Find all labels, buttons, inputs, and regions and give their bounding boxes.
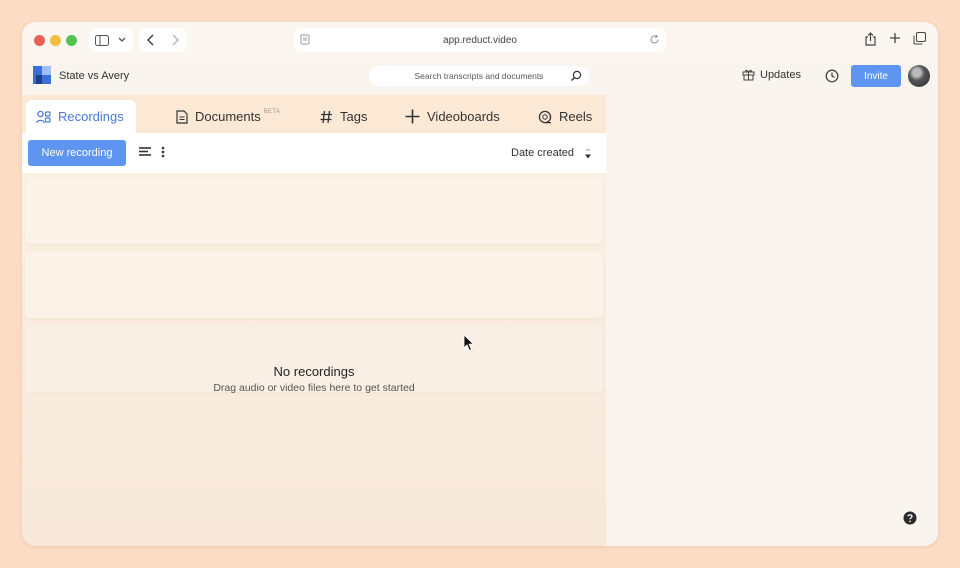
- search-input[interactable]: Search transcripts and documents: [369, 66, 589, 86]
- placeholder-row: [25, 252, 603, 318]
- people-icon: [36, 110, 51, 123]
- invite-button[interactable]: Invite: [851, 65, 901, 87]
- new-recording-button[interactable]: New recording: [28, 140, 126, 166]
- reduct-logo-icon[interactable]: [33, 66, 51, 84]
- hash-icon: [320, 110, 332, 123]
- plus-icon: [405, 109, 420, 124]
- tab-label: Tags: [340, 109, 368, 124]
- help-icon[interactable]: [903, 511, 917, 525]
- tab-bar: Recordings Documents BETA Tags Videoboar…: [22, 95, 606, 133]
- reload-icon[interactable]: [649, 34, 660, 45]
- sort-dropdown[interactable]: Date created: [511, 147, 574, 159]
- sidebar-icon: [95, 34, 109, 46]
- updates-button[interactable]: Updates: [742, 68, 801, 81]
- detail-panel: [606, 95, 938, 546]
- empty-state-title: No recordings: [273, 364, 355, 379]
- sort-lines-icon[interactable]: [138, 146, 152, 157]
- browser-actions: [864, 32, 926, 46]
- tab-label: Videoboards: [427, 109, 500, 124]
- browser-window: app.reduct.video State vs Avery Search t…: [22, 22, 938, 546]
- sidebar-toggle-button[interactable]: [89, 28, 133, 52]
- beta-badge: BETA: [263, 108, 281, 115]
- app-header: State vs Avery Search transcripts and do…: [22, 58, 938, 94]
- tab-label: Recordings: [58, 109, 124, 124]
- url-text: app.reduct.video: [443, 34, 517, 46]
- mouse-pointer-icon: [463, 334, 475, 352]
- more-options-icon[interactable]: [161, 146, 165, 158]
- share-icon[interactable]: [864, 32, 877, 46]
- page-icon: [300, 34, 310, 45]
- avatar[interactable]: [908, 65, 930, 87]
- recordings-list[interactable]: No recordings Drag audio or video files …: [22, 173, 606, 546]
- reel-icon: [538, 110, 552, 123]
- recordings-toolbar: New recording Date created: [22, 133, 606, 173]
- search-icon: [571, 70, 582, 81]
- updates-label: Updates: [760, 68, 801, 81]
- clock-icon[interactable]: [825, 69, 839, 83]
- search-placeholder: Search transcripts and documents: [414, 71, 544, 81]
- tab-documents[interactable]: Documents BETA: [176, 100, 280, 133]
- browser-toolbar: app.reduct.video: [22, 22, 938, 58]
- minimize-window-button[interactable]: [50, 35, 61, 46]
- address-bar[interactable]: app.reduct.video: [294, 28, 666, 52]
- tab-recordings[interactable]: Recordings: [26, 100, 136, 133]
- sort-direction-icon[interactable]: [583, 146, 593, 160]
- empty-state-subtitle: Drag audio or video files here to get st…: [213, 382, 415, 394]
- chevron-down-icon: [118, 37, 126, 42]
- tab-reels[interactable]: Reels: [538, 100, 592, 133]
- tab-label: Documents: [195, 109, 261, 124]
- tab-tags[interactable]: Tags: [320, 100, 367, 133]
- project-title[interactable]: State vs Avery: [59, 70, 129, 82]
- placeholder-row: [25, 178, 603, 244]
- maximize-window-button[interactable]: [66, 35, 77, 46]
- tab-videoboards[interactable]: Videoboards: [405, 100, 500, 133]
- tab-label: Reels: [559, 109, 593, 124]
- navigation-arrows: [139, 28, 187, 52]
- back-arrow-icon[interactable]: [146, 34, 156, 46]
- close-window-button[interactable]: [34, 35, 45, 46]
- document-icon: [176, 109, 188, 124]
- forward-arrow-icon[interactable]: [170, 34, 180, 46]
- gift-icon: [742, 69, 755, 81]
- tab-overview-icon[interactable]: [913, 32, 926, 45]
- new-tab-icon[interactable]: [889, 32, 901, 44]
